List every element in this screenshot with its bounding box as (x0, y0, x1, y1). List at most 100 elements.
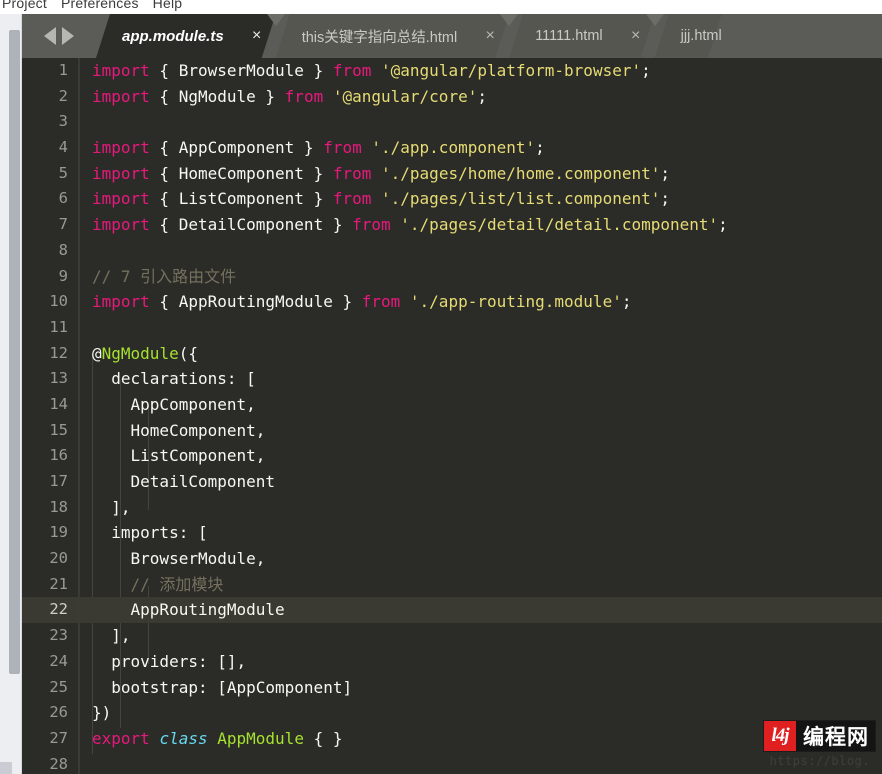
line-number-list: 1 2 3 4 5 6 7 8 9 10 11 12 13 14 15 16 17 18 19 20 21 22 23 24 2… (22, 58, 79, 774)
line-number: 3 (58, 112, 68, 131)
code-token: export (92, 728, 150, 748)
tab-jjj-html[interactable]: jjj.html (655, 14, 722, 58)
line-number: 9 (58, 266, 68, 285)
code-line[interactable]: ], (80, 623, 882, 649)
line-number: 17 (49, 472, 68, 490)
code-line[interactable]: import { AppRoutingModule } from './app-… (80, 289, 882, 315)
left-side-panel (0, 14, 22, 774)
code-token: { (149, 86, 179, 106)
line-number: 20 (49, 549, 68, 568)
line-number: 12 (49, 343, 68, 362)
code-line[interactable]: ], (80, 495, 882, 521)
code-line[interactable]: import { AppComponent } from './app.comp… (80, 135, 882, 161)
code-token: HomeComponent, (92, 420, 266, 440)
code-token: from (332, 61, 372, 80)
code-line[interactable]: BrowserModule, (80, 546, 882, 572)
code-token: './app-routing.module' (409, 292, 622, 312)
gutter-divider (78, 58, 79, 774)
line-number: 15 (49, 420, 68, 439)
code-line[interactable]: bootstrap: [AppComponent] (80, 675, 882, 701)
tab-11111-html[interactable]: 11111.html × (509, 14, 654, 58)
code-line[interactable] (80, 238, 882, 264)
close-icon[interactable]: × (475, 28, 505, 44)
code-token: ; (535, 138, 545, 158)
code-line[interactable]: import { ListComponent } from './pages/l… (80, 186, 882, 212)
code-token: bootstrap: [AppComponent] (92, 677, 353, 697)
arrow-left-icon[interactable] (44, 27, 56, 45)
code-token: HomeComponent (178, 163, 304, 183)
code-token: } (323, 215, 353, 235)
code-line[interactable]: import { DetailComponent } from './pages… (80, 212, 882, 238)
line-number: 24 (49, 651, 68, 670)
code-token: './pages/home/home.component' (381, 163, 661, 183)
code-token: { (149, 61, 179, 80)
code-line[interactable]: export class AppModule { } (80, 726, 882, 752)
code-token: import (92, 189, 150, 209)
code-line[interactable]: declarations: [ (80, 366, 882, 392)
code-token: imports: [ (92, 523, 208, 543)
line-number: 22 (22, 597, 79, 624)
code-token: ListComponent, (92, 446, 266, 466)
code-lines-area[interactable]: import { BrowserModule } from '@angular/… (80, 58, 882, 774)
code-line[interactable]: import { BrowserModule } from '@angular/… (80, 58, 882, 84)
code-line[interactable] (80, 315, 882, 341)
code-line[interactable]: AppRoutingModule (80, 597, 882, 624)
code-line[interactable] (80, 109, 882, 135)
code-token: // 7 引入路由文件 (92, 266, 237, 286)
code-line[interactable]: @NgModule({ (80, 341, 882, 367)
arrow-right-icon[interactable] (62, 27, 74, 45)
left-scrollbar-corner[interactable] (0, 762, 12, 774)
code-editor[interactable]: 1 2 3 4 5 6 7 8 9 10 11 12 13 14 15 16 17 18 19 20 21 22 23 24 2… (22, 58, 882, 774)
code-line[interactable]: import { NgModule } from '@angular/core'… (80, 84, 882, 110)
code-line[interactable]: providers: [], (80, 649, 882, 675)
code-token: } (255, 86, 285, 106)
code-line[interactable]: AppComponent, (80, 392, 882, 418)
line-number: 4 (58, 138, 68, 157)
tab-divider-icon (645, 14, 664, 26)
code-token: AppModule (217, 728, 304, 748)
code-token: '@angular/platform-browser' (381, 61, 642, 80)
code-token: import (92, 292, 150, 312)
code-token: DetailComponent (178, 215, 324, 235)
code-line[interactable]: imports: [ (80, 520, 882, 546)
code-line[interactable]: // 添加模块 (80, 572, 882, 598)
close-icon[interactable]: × (621, 28, 651, 44)
line-number: 14 (49, 394, 68, 413)
menu-item-help[interactable]: Help (153, 0, 183, 11)
menu-item-preferences[interactable]: Preferences (61, 0, 139, 11)
close-icon[interactable]: × (242, 28, 272, 44)
tab-app-module-ts[interactable]: app.module.ts × (96, 14, 276, 58)
code-token: declarations: [ (92, 369, 256, 389)
watermark-logo: l4j 编程网 (763, 720, 876, 752)
code-token: // 添加模块 (130, 574, 224, 594)
code-line[interactable]: }) (80, 700, 882, 726)
tab-navigation-arrows (22, 14, 96, 58)
code-token: import (92, 138, 150, 158)
tab-this-keyword-summary-html[interactable]: this关键字指向总结.html × (276, 14, 510, 58)
editor-window: app.module.ts × this关键字指向总结.html × 11111… (22, 14, 882, 774)
code-line[interactable]: ListComponent, (80, 443, 882, 469)
tab-label: app.module.ts (122, 27, 224, 45)
code-token: } (303, 61, 333, 80)
tab-label: this关键字指向总结.html (301, 29, 458, 46)
code-line[interactable]: DetailComponent (80, 469, 882, 495)
code-line[interactable]: // 7 引入路由文件 (80, 264, 882, 290)
line-number: 1 (58, 61, 68, 79)
code-token: ; (718, 215, 728, 235)
left-scrollbar-thumb[interactable] (9, 30, 20, 674)
code-line-list: import { BrowserModule } from '@angular/… (80, 58, 882, 774)
tab-divider-icon (500, 14, 519, 26)
code-token: AppRoutingModule (92, 600, 285, 620)
code-line[interactable]: import { HomeComponent } from './pages/h… (80, 161, 882, 187)
code-line[interactable] (80, 752, 882, 774)
tab-label: 11111.html (535, 28, 603, 44)
code-token: NgModule (178, 86, 256, 106)
line-number: 26 (49, 703, 68, 722)
code-line[interactable]: HomeComponent, (80, 418, 882, 444)
line-number: 2 (58, 86, 68, 105)
menu-item-project[interactable]: Project (2, 0, 47, 11)
